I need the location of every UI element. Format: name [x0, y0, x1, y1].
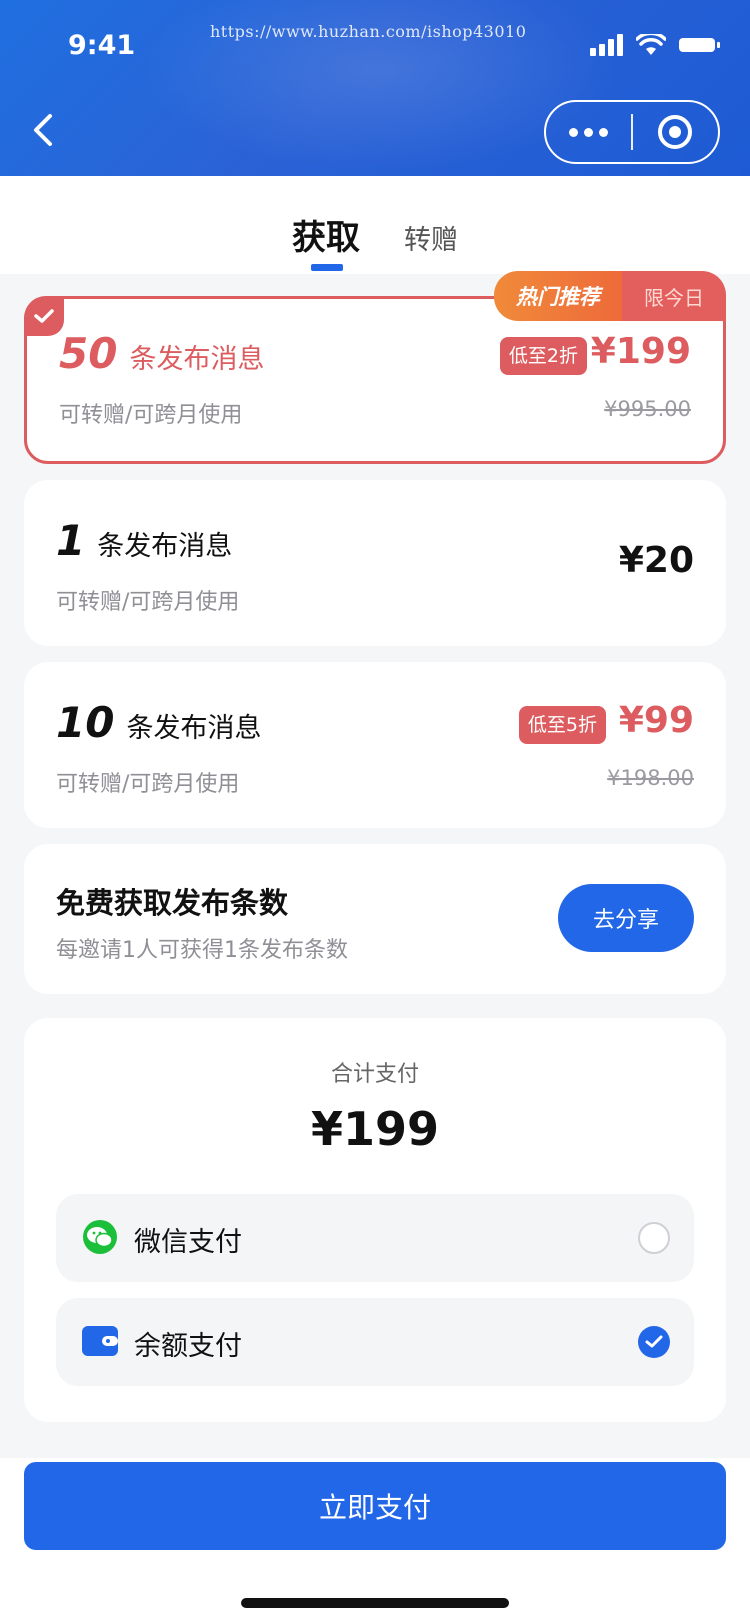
package-count: 10 — [56, 698, 115, 747]
share-button[interactable]: 去分享 — [558, 884, 694, 952]
radio-checked[interactable] — [638, 1326, 670, 1358]
original-price: ¥995.00 — [604, 397, 691, 421]
package-price: ¥20 — [618, 540, 694, 581]
wallet-icon — [82, 1326, 118, 1356]
selected-check-icon — [24, 296, 64, 336]
package-label: 条发布消息 — [126, 713, 262, 744]
pay-total-label: 合计支付 — [330, 1062, 419, 1087]
pay-option-name: 余额支付 — [134, 1331, 242, 1362]
back-button[interactable] — [26, 110, 66, 154]
discount-badge: 低至2折 — [499, 337, 587, 375]
payment-card: 合计支付 ¥199 微信支付 余额支付 — [24, 1018, 726, 1422]
free-title: 免费获取发布条数 — [56, 886, 289, 920]
package-count: 1 — [56, 516, 86, 565]
more-dots-icon — [569, 127, 608, 137]
package-price: ¥199 — [590, 331, 691, 372]
tab-transfer[interactable]: 转赠 — [404, 218, 458, 257]
home-indicator — [241, 1598, 509, 1608]
package-label: 条发布消息 — [97, 531, 233, 562]
more-button[interactable] — [546, 102, 631, 162]
package-sub: 可转赠/可跨月使用 — [56, 772, 240, 797]
free-sub: 每邀请1人可获得1条发布条数 — [56, 938, 348, 963]
package-count: 50 — [59, 329, 118, 378]
pay-now-button[interactable]: 立即支付 — [24, 1462, 726, 1550]
hot-ribbon: 热门推荐 限今日 — [494, 271, 726, 321]
tab-get[interactable]: 获取 — [292, 210, 360, 259]
today-only-label: 限今日 — [622, 271, 726, 321]
chevron-left-icon — [34, 114, 52, 146]
discount-badge: 低至5折 — [518, 706, 606, 744]
wechat-icon — [83, 1220, 117, 1254]
bottom-bar: 立即支付 — [0, 1458, 750, 1624]
mini-program-capsule — [544, 100, 720, 164]
capsule-divider — [631, 114, 633, 150]
package-sub: 可转赠/可跨月使用 — [56, 590, 240, 615]
pay-option-name: 微信支付 — [134, 1227, 242, 1258]
package-title: 10 条发布消息 — [56, 698, 261, 747]
package-card-50[interactable]: 热门推荐 限今日 50 条发布消息 可转赠/可跨月使用 低至2折 ¥199 ¥9… — [24, 271, 726, 464]
status-time: 9:41 — [68, 30, 136, 61]
original-price: ¥198.00 — [607, 766, 694, 790]
hot-recommend-label: 热门推荐 — [494, 271, 622, 321]
watermark-text: https://www.huzhan.com/ishop43010 — [210, 22, 527, 41]
tab-bar: 获取 转赠 — [0, 176, 750, 274]
package-card-10[interactable]: 10 条发布消息 可转赠/可跨月使用 低至5折 ¥99 ¥198.00 — [24, 662, 726, 828]
package-price: ¥99 — [618, 700, 694, 741]
wifi-icon — [636, 34, 666, 55]
nav-header: 9:41 https://www.huzhan.com/ishop43010 — [0, 0, 750, 176]
close-program-button[interactable] — [633, 102, 718, 162]
free-share-card: 免费获取发布条数 每邀请1人可获得1条发布条数 去分享 — [24, 844, 726, 994]
signal-icon — [590, 34, 623, 56]
pay-option-wechat[interactable]: 微信支付 — [56, 1194, 694, 1282]
package-sub: 可转赠/可跨月使用 — [59, 403, 243, 428]
tab-indicator — [311, 264, 343, 271]
pay-option-balance[interactable]: 余额支付 — [56, 1298, 694, 1386]
package-title: 1 条发布消息 — [56, 516, 232, 565]
pay-total-amount: ¥199 — [310, 1102, 440, 1156]
status-icons — [590, 34, 722, 56]
package-card-1[interactable]: 1 条发布消息 可转赠/可跨月使用 ¥20 — [24, 480, 726, 646]
target-icon — [658, 115, 693, 149]
battery-icon — [679, 38, 720, 52]
package-label: 条发布消息 — [129, 344, 265, 375]
package-title: 50 条发布消息 — [59, 329, 264, 378]
radio-unchecked[interactable] — [638, 1222, 670, 1254]
